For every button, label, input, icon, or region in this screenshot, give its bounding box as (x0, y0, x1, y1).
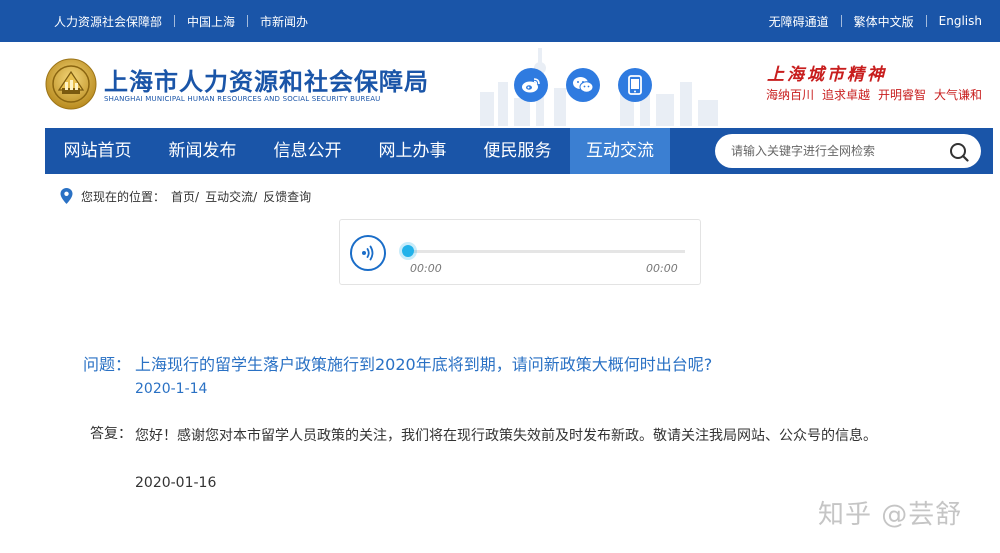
zhihu-watermark: 知乎 @芸舒 (818, 500, 963, 530)
city-spirit-title: 上海城市精神 (767, 65, 887, 85)
breadcrumb-label: 您现在的位置： (81, 189, 166, 204)
nav-online-services[interactable]: 网上办事 (360, 128, 465, 174)
audio-wave-icon (362, 245, 374, 261)
nav-interaction[interactable]: 互动交流 (570, 128, 670, 174)
weibo-icon (522, 78, 540, 93)
top-bar: 人力资源社会保障部 中国上海 市新闻办 无障碍通道 繁体中文版 English (0, 0, 1000, 42)
question-date: 2020-1-14 (135, 381, 208, 397)
nav-news[interactable]: 新闻发布 (150, 128, 255, 174)
search-input[interactable] (731, 134, 941, 168)
city-spirit-item: 海纳百川 (766, 88, 815, 102)
location-pin-icon (60, 188, 73, 204)
wechat-icon (573, 77, 594, 93)
link-accessibility[interactable]: 无障碍通道 (769, 13, 829, 30)
top-links-left: 人力资源社会保障部 中国上海 市新闻办 (54, 0, 308, 42)
city-spirit-items: 海纳百川 追求卓越 开明睿智 大气谦和 (766, 86, 982, 103)
link-china-shanghai[interactable]: 中国上海 (187, 13, 235, 30)
link-english[interactable]: English (939, 14, 982, 28)
answer-label: 答复： (90, 426, 132, 442)
link-traditional-chinese[interactable]: 繁体中文版 (854, 13, 914, 30)
city-skyline-illustration (480, 48, 718, 126)
divider (174, 15, 176, 27)
nav-info-disclosure[interactable]: 信息公开 (255, 128, 360, 174)
progress-track[interactable] (405, 250, 685, 253)
play-button[interactable] (350, 235, 386, 271)
site-subtitle: SHANGHAI MUNICIPAL HUMAN RESOURCES AND S… (104, 95, 381, 103)
search-icon[interactable] (949, 142, 969, 162)
site-title[interactable]: 上海市人力资源和社会保障局 (104, 62, 429, 97)
wechat-button[interactable] (566, 68, 600, 102)
duration-time: 00:00 (646, 262, 678, 275)
breadcrumb: 您现在的位置： 首页/ 互动交流/ 反馈查询 (60, 186, 311, 206)
breadcrumb-home[interactable]: 首页/ (171, 188, 199, 205)
divider (925, 15, 927, 27)
weibo-button[interactable] (514, 68, 548, 102)
bureau-emblem-icon[interactable] (45, 58, 97, 110)
divider (840, 15, 842, 27)
progress-knob[interactable] (402, 245, 414, 257)
question-label: 问题： (83, 355, 132, 374)
answer-date: 2020-01-16 (135, 475, 217, 491)
nav-public-services[interactable]: 便民服务 (465, 128, 570, 174)
current-time: 00:00 (410, 262, 442, 275)
city-spirit-item: 大气谦和 (934, 88, 983, 102)
divider (247, 15, 249, 27)
city-spirit-item: 追求卓越 (822, 88, 871, 102)
city-spirit-item: 开明睿智 (878, 88, 927, 102)
breadcrumb-feedback-query[interactable]: 反馈查询 (263, 188, 311, 205)
nav-home[interactable]: 网站首页 (45, 128, 150, 174)
answer-text: 您好！感谢您对本市留学人员政策的关注，我们将在现行政策失效前及时发布新政。敬请关… (135, 428, 877, 444)
top-links-right: 无障碍通道 繁体中文版 English (769, 0, 982, 42)
main-nav: 网站首页 新闻发布 信息公开 网上办事 便民服务 互动交流 (45, 128, 993, 174)
breadcrumb-interaction[interactable]: 互动交流/ (205, 188, 257, 205)
question-text: 上海现行的留学生落户政策施行到2020年底将到期，请问新政策大概何时出台呢? (135, 355, 713, 374)
mobile-button[interactable] (618, 68, 652, 102)
site-header: 上海市人力资源和社会保障局 SHANGHAI MUNICIPAL HUMAN R… (0, 42, 1000, 126)
link-news-office[interactable]: 市新闻办 (260, 13, 308, 30)
mobile-icon (628, 75, 642, 95)
link-mohrss[interactable]: 人力资源社会保障部 (54, 13, 162, 30)
audio-player: 00:00 00:00 (339, 219, 701, 285)
search-box (715, 134, 981, 168)
